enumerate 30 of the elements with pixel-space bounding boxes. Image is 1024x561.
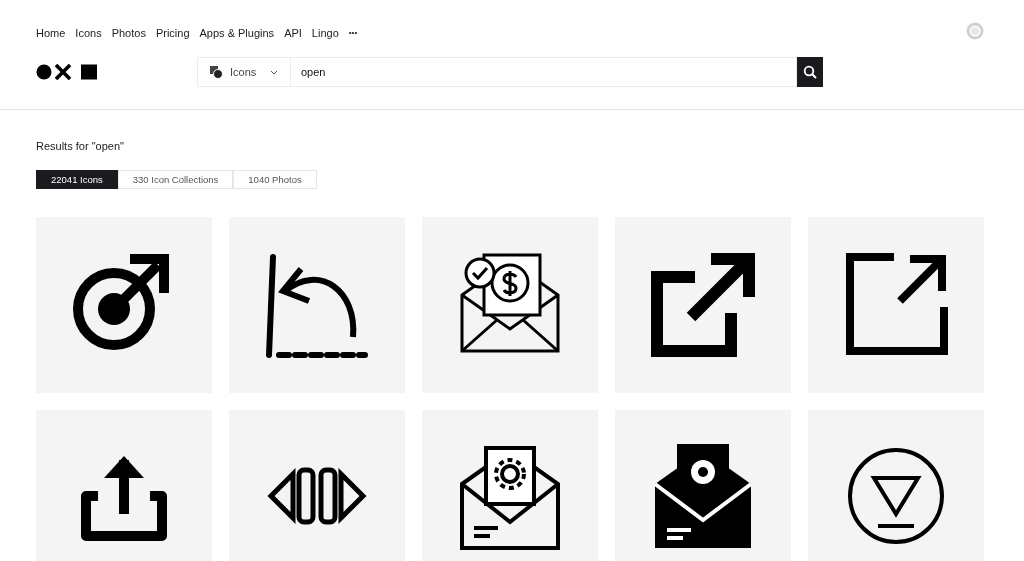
result-tab[interactable]: 1040 Photos (233, 170, 317, 189)
chevron-down-icon (270, 69, 278, 75)
search-field[interactable]: open (291, 57, 797, 87)
icon-tile[interactable] (229, 217, 405, 393)
search-icon (803, 65, 817, 79)
result-tab[interactable]: 330 Icon Collections (117, 170, 234, 189)
nav-link[interactable]: Photos (111, 26, 146, 39)
category-dropdown[interactable]: Icons (197, 57, 291, 87)
nav-link[interactable]: Lingo (311, 26, 339, 39)
nav-link[interactable]: API (284, 26, 302, 39)
nav-link[interactable]: Home (36, 26, 66, 39)
nav-link[interactable]: Pricing (155, 26, 190, 39)
nav-link[interactable]: Apps & Plugins (199, 26, 275, 39)
icon-tile[interactable] (808, 410, 984, 561)
nav-link[interactable]: Icons (75, 26, 102, 39)
results-heading: Results for "open" (36, 140, 125, 152)
result-tab[interactable]: 22041 Icons (36, 170, 118, 189)
shapes-icon (210, 65, 223, 79)
search-button[interactable] (797, 57, 823, 87)
icon-tile[interactable] (808, 217, 984, 393)
icon-tile[interactable] (229, 410, 405, 561)
icon-tile[interactable] (36, 410, 212, 561)
icon-tile[interactable] (615, 217, 791, 393)
envelope-gear-icon (458, 444, 562, 552)
icon-tile[interactable] (422, 217, 598, 393)
icon-tile[interactable] (36, 217, 212, 393)
icon-tile[interactable] (615, 410, 791, 561)
logo-icon[interactable] (36, 64, 98, 80)
more-button[interactable]: ••• (348, 28, 358, 37)
icon-tile[interactable] (422, 410, 598, 561)
